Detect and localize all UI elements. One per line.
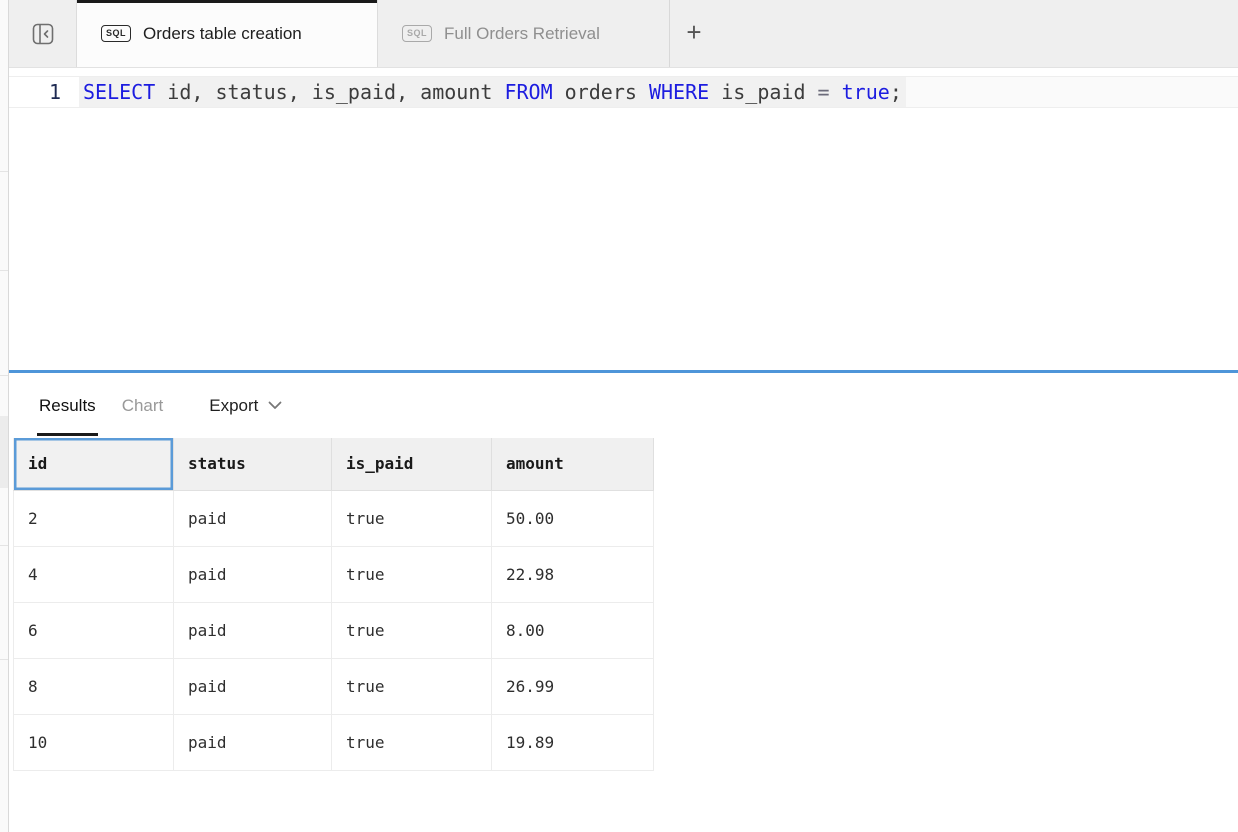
cell[interactable]: 4 [14, 546, 174, 602]
cell[interactable]: 50.00 [492, 490, 654, 546]
cell[interactable]: true [332, 490, 492, 546]
sql-file-icon: SQL [101, 25, 131, 42]
cell[interactable]: 8 [14, 658, 174, 714]
column-header-amount[interactable]: amount [492, 438, 654, 490]
table-row: 10 paid true 19.89 [14, 714, 654, 770]
panel-edge-divider [0, 270, 8, 271]
header-row: id status is_paid amount [14, 438, 654, 490]
cell[interactable]: paid [174, 658, 332, 714]
table-row: 2 paid true 50.00 [14, 490, 654, 546]
cell[interactable]: 6 [14, 602, 174, 658]
results-table: id status is_paid amount 2 paid true 50.… [13, 438, 654, 771]
collapsed-panel-edge [0, 0, 9, 832]
sql-editor[interactable]: 1 SELECT id, status, is_paid, amount FRO… [9, 68, 1238, 370]
editor-tab-bar: SQL Orders table creation SQL Full Order… [9, 0, 1238, 68]
sidebar-collapse-button[interactable] [9, 0, 76, 67]
tab-full-orders-retrieval[interactable]: SQL Full Orders Retrieval [378, 0, 670, 67]
column-header-status[interactable]: status [174, 438, 332, 490]
tab-results[interactable]: Results [37, 373, 98, 438]
cell[interactable]: 8.00 [492, 602, 654, 658]
cell[interactable]: paid [174, 714, 332, 770]
cell[interactable]: 2 [14, 490, 174, 546]
export-dropdown[interactable]: Export [209, 396, 282, 416]
tab-chart[interactable]: Chart [120, 373, 166, 438]
cell[interactable]: paid [174, 490, 332, 546]
new-tab-button[interactable]: + [670, 0, 718, 67]
column-header-id[interactable]: id [14, 438, 174, 490]
cell[interactable]: true [332, 714, 492, 770]
cell[interactable]: paid [174, 602, 332, 658]
cell[interactable]: paid [174, 546, 332, 602]
panel-edge-divider [0, 375, 8, 376]
tab-label: Full Orders Retrieval [444, 24, 600, 44]
table-row: 4 paid true 22.98 [14, 546, 654, 602]
panel-edge-segment [0, 416, 8, 488]
panel-edge-divider [0, 659, 8, 660]
column-header-is_paid[interactable]: is_paid [332, 438, 492, 490]
tab-orders-table-creation[interactable]: SQL Orders table creation [76, 0, 378, 67]
tab-label: Orders table creation [143, 24, 302, 44]
cell[interactable]: 10 [14, 714, 174, 770]
cell[interactable]: true [332, 546, 492, 602]
cell[interactable]: 26.99 [492, 658, 654, 714]
table-row: 6 paid true 8.00 [14, 602, 654, 658]
panel-edge-divider [0, 545, 8, 546]
cell[interactable]: 19.89 [492, 714, 654, 770]
chevron-down-icon [268, 401, 282, 410]
code-line-1[interactable]: 1 SELECT id, status, is_paid, amount FRO… [9, 76, 1238, 108]
sql-file-icon: SQL [402, 25, 432, 42]
line-number: 1 [9, 77, 79, 107]
panel-collapse-left-icon [32, 23, 54, 45]
table-row: 8 paid true 26.99 [14, 658, 654, 714]
cell[interactable]: true [332, 602, 492, 658]
results-panel: Results Chart Export id status is_paid a… [9, 373, 1238, 771]
results-toolbar: Results Chart Export [9, 373, 1238, 438]
export-label: Export [209, 396, 258, 416]
panel-edge-divider [0, 171, 8, 172]
cell[interactable]: true [332, 658, 492, 714]
cell[interactable]: 22.98 [492, 546, 654, 602]
app-window: SQL Orders table creation SQL Full Order… [9, 0, 1238, 832]
sql-query-text: SELECT id, status, is_paid, amount FROM … [79, 77, 906, 107]
